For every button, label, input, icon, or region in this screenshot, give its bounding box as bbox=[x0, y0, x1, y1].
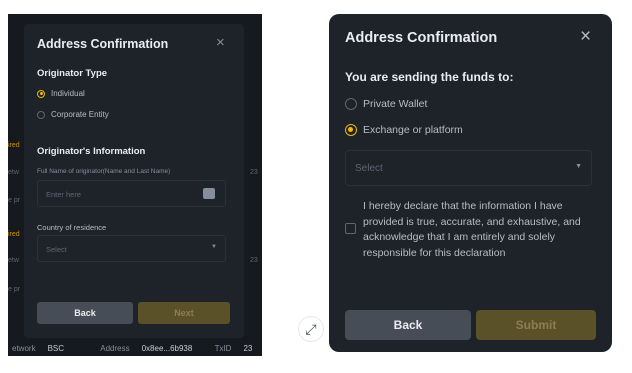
chevron-down-icon: ▼ bbox=[575, 163, 582, 170]
back-button[interactable]: Back bbox=[345, 310, 471, 340]
expand-icon[interactable]: ⤢ bbox=[298, 316, 324, 342]
radio-label: Corporate Entity bbox=[51, 110, 109, 119]
radio-individual[interactable]: Individual bbox=[37, 89, 85, 98]
bg-fragment: e pr bbox=[8, 197, 21, 204]
bg-status-fragment: ired bbox=[8, 231, 20, 238]
select-placeholder: Select bbox=[46, 245, 67, 254]
chevron-down-icon: ▼ bbox=[211, 244, 217, 250]
modal-title: Address Confirmation bbox=[37, 37, 169, 51]
back-button[interactable]: Back bbox=[37, 302, 133, 324]
declaration-checkbox[interactable] bbox=[345, 223, 356, 234]
country-select[interactable]: Select ▼ bbox=[37, 235, 226, 262]
full-name-input[interactable]: Enter here bbox=[37, 180, 226, 207]
input-placeholder: Enter here bbox=[46, 190, 82, 199]
close-icon[interactable]: × bbox=[216, 34, 225, 51]
sending-funds-heading: You are sending the funds to: bbox=[345, 70, 514, 84]
bg-number: 23 bbox=[250, 257, 258, 264]
declaration-text: I hereby declare that the information I … bbox=[363, 200, 581, 259]
radio-label: Individual bbox=[51, 89, 85, 98]
originator-type-label: Originator Type bbox=[37, 68, 108, 79]
address-confirmation-modal-originator: Address Confirmation × Originator Type I… bbox=[24, 24, 244, 338]
bg-status-fragment: ired bbox=[8, 142, 20, 149]
modal-title: Address Confirmation bbox=[345, 30, 498, 46]
bg-fragment: e pr bbox=[8, 286, 21, 293]
radio-private-wallet[interactable]: Private Wallet bbox=[345, 98, 427, 110]
address-label: Address bbox=[100, 344, 130, 353]
next-button[interactable]: Next bbox=[138, 302, 230, 324]
radio-unselected-icon[interactable] bbox=[37, 110, 45, 119]
network-value: BSC bbox=[47, 344, 65, 353]
bg-footer-row: etwork BSC Address 0x8ee...6b938 TxID 23 bbox=[12, 344, 262, 353]
close-icon[interactable]: × bbox=[580, 26, 591, 48]
keyboard-icon[interactable] bbox=[203, 188, 215, 199]
full-name-label: Full Name of originator(Name and Last Na… bbox=[37, 168, 171, 175]
radio-unselected-icon[interactable] bbox=[345, 98, 357, 110]
select-placeholder: Select bbox=[355, 163, 383, 174]
radio-label: Private Wallet bbox=[363, 98, 428, 110]
txid-value: 23 bbox=[243, 344, 253, 353]
network-label: etwork bbox=[12, 344, 36, 353]
radio-selected-icon[interactable] bbox=[37, 89, 45, 98]
bg-network-fragment: etw bbox=[8, 257, 19, 264]
radio-corporate-entity[interactable]: Corporate Entity bbox=[37, 110, 109, 119]
submit-button[interactable]: Submit bbox=[476, 310, 596, 340]
address-value: 0x8ee...6b938 bbox=[141, 344, 193, 353]
country-label: Country of residence bbox=[37, 223, 107, 232]
radio-selected-icon[interactable] bbox=[345, 124, 357, 136]
originator-info-heading: Originator's Information bbox=[37, 146, 146, 157]
radio-exchange-platform[interactable]: Exchange or platform bbox=[345, 124, 463, 136]
txid-label: TxID bbox=[214, 344, 232, 353]
radio-label: Exchange or platform bbox=[363, 124, 463, 136]
address-confirmation-modal-destination: Address Confirmation × You are sending t… bbox=[329, 14, 612, 352]
bg-number: 23 bbox=[250, 169, 258, 176]
bg-network-fragment: etw bbox=[8, 169, 19, 176]
platform-select[interactable]: Select ▼ bbox=[345, 150, 592, 186]
